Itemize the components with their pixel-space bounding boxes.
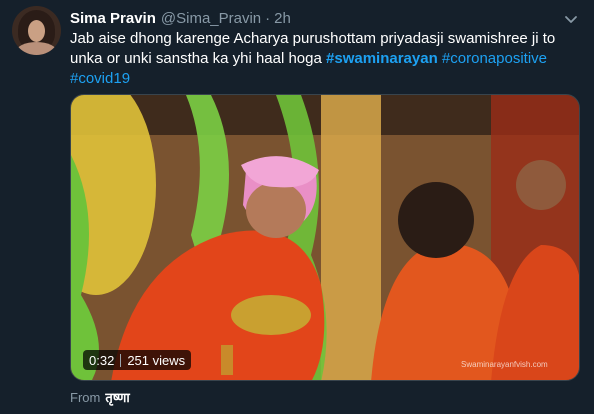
source-account-link[interactable]: तृष्णा: [105, 388, 129, 406]
avatar-shoulders: [16, 42, 57, 55]
hashtag-coronapositive[interactable]: #coronapositive: [442, 50, 547, 67]
author-handle[interactable]: @Sima_Pravin: [161, 10, 261, 27]
tweet-text: Jab aise dhong karenge Acharya purushott…: [70, 29, 580, 89]
video-view-count: 251 views: [127, 352, 186, 368]
tweet[interactable]: Sima Pravin @Sima_Pravin · 2h Jab aise d…: [0, 0, 594, 414]
hashtag-covid19[interactable]: #covid19: [70, 70, 130, 87]
author-name[interactable]: Sima Pravin: [70, 10, 156, 27]
avatar[interactable]: [12, 6, 61, 55]
hashtag-swaminarayan[interactable]: #swaminarayan: [326, 50, 438, 67]
video-attribution: From तृष्णा: [70, 388, 130, 406]
header-separator: ·: [265, 9, 271, 27]
badge-divider: [120, 353, 122, 367]
video-player[interactable]: 0:32 251 views Swaminarayanfvish.com: [70, 94, 580, 381]
video-watermark: Swaminarayanfvish.com: [461, 360, 548, 369]
video-duration: 0:32: [89, 352, 115, 368]
tweet-header: Sima Pravin @Sima_Pravin · 2h: [70, 8, 291, 28]
tweet-timestamp[interactable]: 2h: [274, 10, 291, 27]
video-duration-badge: 0:32 251 views: [83, 350, 192, 370]
video-thumbnail: [71, 95, 579, 380]
chevron-down-icon[interactable]: [560, 8, 582, 30]
from-label: From: [70, 389, 101, 405]
avatar-face: [28, 20, 45, 42]
